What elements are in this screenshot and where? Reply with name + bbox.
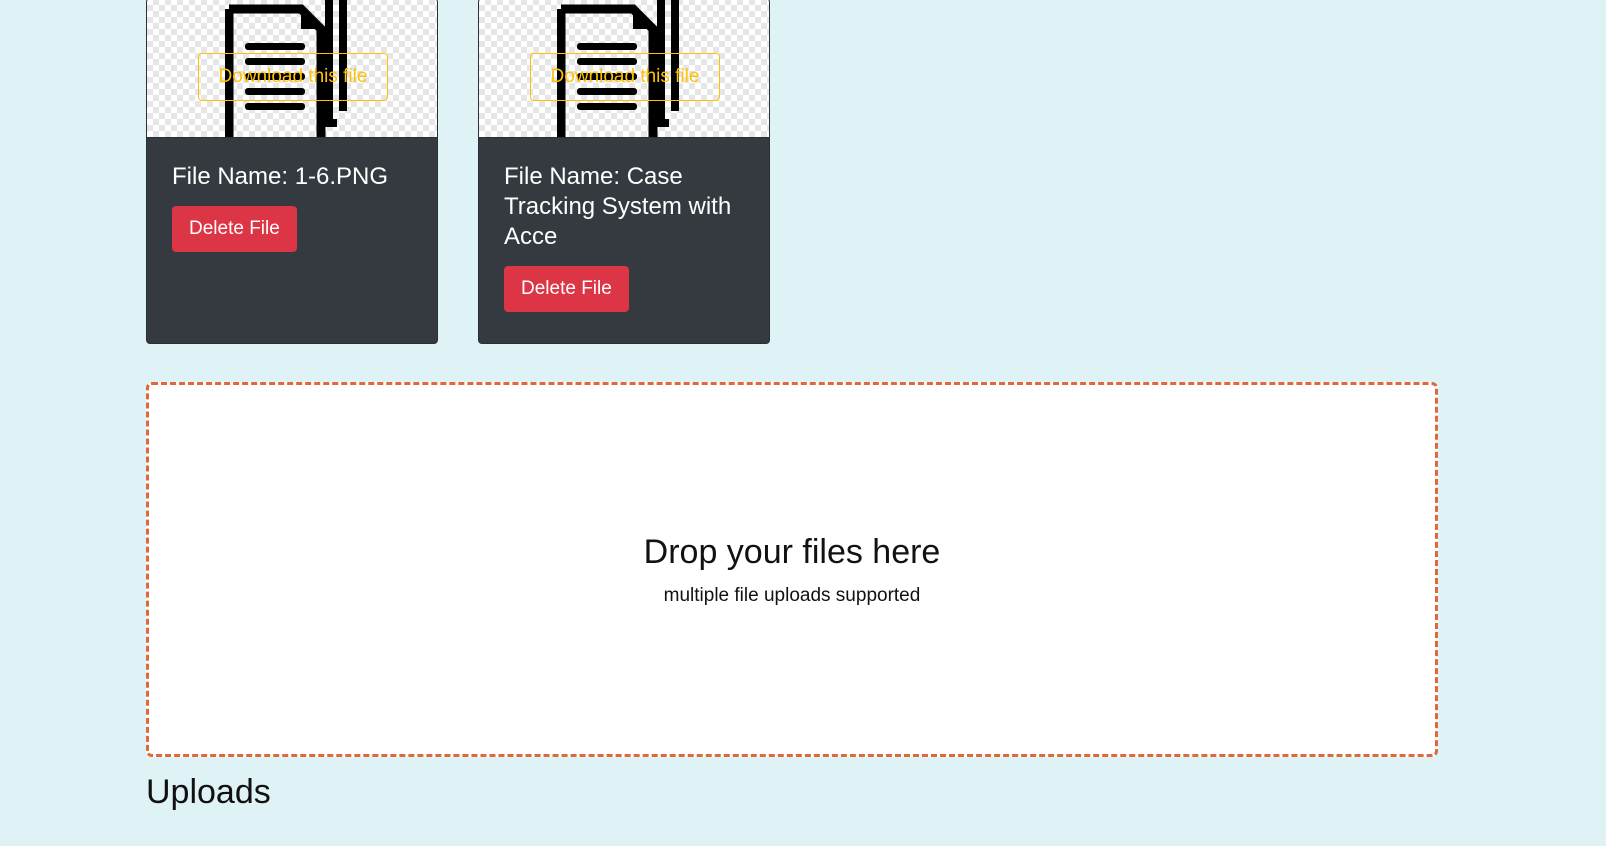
download-file-button[interactable]: Download this file: [198, 53, 388, 101]
file-thumbnail: Download this file: [147, 0, 437, 138]
file-name-label: File Name: 1-6.PNG: [172, 163, 389, 190]
card-body: File Name: 1-6.PNG Delete File: [147, 138, 437, 276]
delete-file-button[interactable]: Delete File: [504, 266, 629, 312]
dropzone-subtitle: multiple file uploads supported: [663, 584, 921, 606]
delete-file-button[interactable]: Delete File: [172, 206, 297, 252]
card-body: File Name: Case Tracking System with Acc…: [479, 138, 769, 336]
uploads-heading: Uploads: [146, 773, 271, 811]
file-name-label: File Name: Case Tracking System with Acc…: [504, 163, 732, 250]
file-dropzone[interactable]: Drop your files here multiple file uploa…: [146, 382, 1438, 757]
file-card: Download this file File Name: Case Track…: [478, 0, 770, 344]
download-file-button[interactable]: Download this file: [530, 53, 720, 101]
file-thumbnail: Download this file: [479, 0, 769, 138]
dropzone-title: Drop your files here: [643, 532, 941, 571]
file-card: Download this file File Name: 1-6.PNG De…: [146, 0, 438, 344]
